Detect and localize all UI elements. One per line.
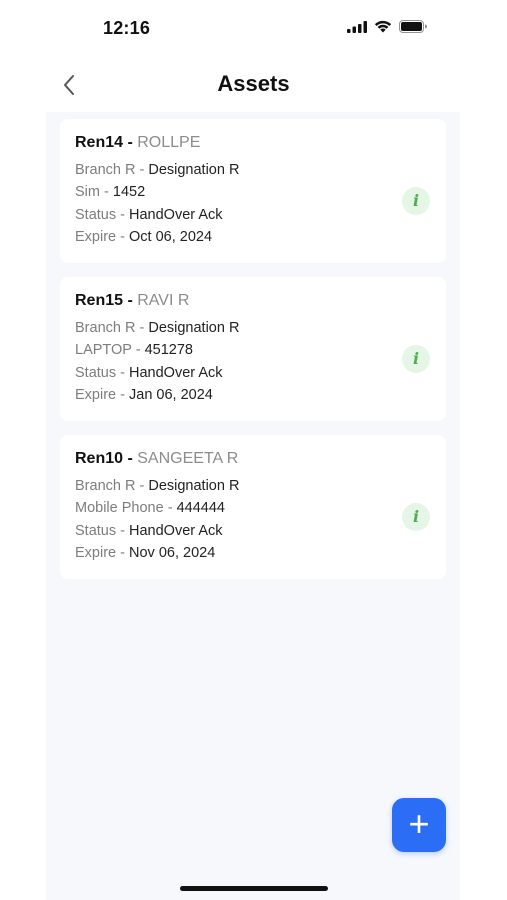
asset-type-value: 1452 [112, 184, 146, 201]
info-button[interactable]: i [402, 187, 430, 215]
branch-label: Branch R - [75, 320, 145, 336]
info-icon: i [412, 507, 420, 526]
asset-employee-name: RAVI R [137, 292, 190, 309]
asset-code: Ren15 - [75, 292, 133, 309]
asset-title: Ren15 - RAVI R [75, 291, 386, 311]
plus-icon: + [408, 802, 430, 844]
expire-value: Jan 06, 2024 [129, 386, 213, 403]
status-value: HandOver Ack [129, 522, 223, 539]
branch-label: Branch R - [75, 478, 145, 494]
asset-status-row: Status - HandOver Ack [75, 204, 386, 226]
info-button[interactable]: i [402, 345, 430, 373]
status-label: Status - [75, 206, 125, 223]
status-label: Status - [75, 364, 125, 381]
asset-employee-name: SANGEETA R [137, 450, 239, 467]
asset-branch-row: Branch R - Designation R [75, 159, 386, 181]
expire-value: Nov 06, 2024 [129, 544, 216, 561]
page-title: Assets [217, 71, 290, 96]
designation-value: Designation R [148, 478, 240, 494]
asset-title: Ren10 - SANGEETA R [75, 449, 386, 469]
asset-status-row: Status - HandOver Ack [75, 520, 386, 542]
asset-card[interactable]: Ren10 - SANGEETA R Branch R - Designatio… [60, 435, 446, 579]
asset-card[interactable]: Ren15 - RAVI R Branch R - Designation R … [60, 277, 446, 421]
home-indicator [180, 886, 328, 891]
asset-type-value: 451278 [144, 342, 193, 359]
asset-employee-name: ROLLPE [137, 134, 201, 151]
asset-expire-row: Expire - Nov 06, 2024 [75, 542, 386, 564]
expire-label: Expire - [75, 544, 125, 561]
status-value: HandOver Ack [129, 364, 223, 381]
info-button[interactable]: i [402, 503, 430, 531]
status-bar: 12:16 [0, 0, 507, 58]
asset-branch-row: Branch R - Designation R [75, 317, 386, 339]
asset-expire-row: Expire - Jan 06, 2024 [75, 384, 386, 406]
asset-type-label: Sim - [75, 184, 109, 201]
status-label: Status - [75, 522, 125, 539]
branch-label: Branch R - [75, 162, 145, 178]
cellular-signal-icon [347, 20, 367, 33]
expire-value: Oct 06, 2024 [129, 228, 213, 245]
status-value: HandOver Ack [129, 206, 223, 223]
designation-value: Designation R [148, 162, 240, 178]
asset-type-row: Sim - 1452 [75, 181, 386, 203]
wifi-icon [374, 20, 392, 33]
asset-status-row: Status - HandOver Ack [75, 362, 386, 384]
asset-title: Ren14 - ROLLPE [75, 133, 386, 153]
asset-type-row: LAPTOP - 451278 [75, 339, 386, 361]
info-icon: i [412, 349, 420, 368]
info-icon: i [412, 191, 420, 210]
asset-type-row: Mobile Phone - 444444 [75, 497, 386, 519]
expire-label: Expire - [75, 386, 125, 403]
asset-branch-row: Branch R - Designation R [75, 475, 386, 497]
expire-label: Expire - [75, 228, 125, 245]
asset-type-label: Mobile Phone - [75, 500, 173, 517]
asset-code: Ren10 - [75, 450, 133, 467]
status-time: 12:16 [103, 18, 151, 38]
asset-type-label: LAPTOP - [75, 342, 141, 359]
status-icons [347, 20, 427, 33]
designation-value: Designation R [148, 320, 240, 336]
asset-code: Ren14 - [75, 134, 133, 151]
asset-expire-row: Expire - Oct 06, 2024 [75, 226, 386, 248]
add-asset-button[interactable]: + [392, 798, 446, 852]
asset-list[interactable]: Ren14 - ROLLPE Branch R - Designation R … [46, 112, 460, 900]
battery-icon [399, 20, 427, 33]
asset-type-value: 444444 [176, 500, 225, 517]
nav-bar: Assets [0, 58, 507, 112]
asset-card[interactable]: Ren14 - ROLLPE Branch R - Designation R … [60, 119, 446, 263]
